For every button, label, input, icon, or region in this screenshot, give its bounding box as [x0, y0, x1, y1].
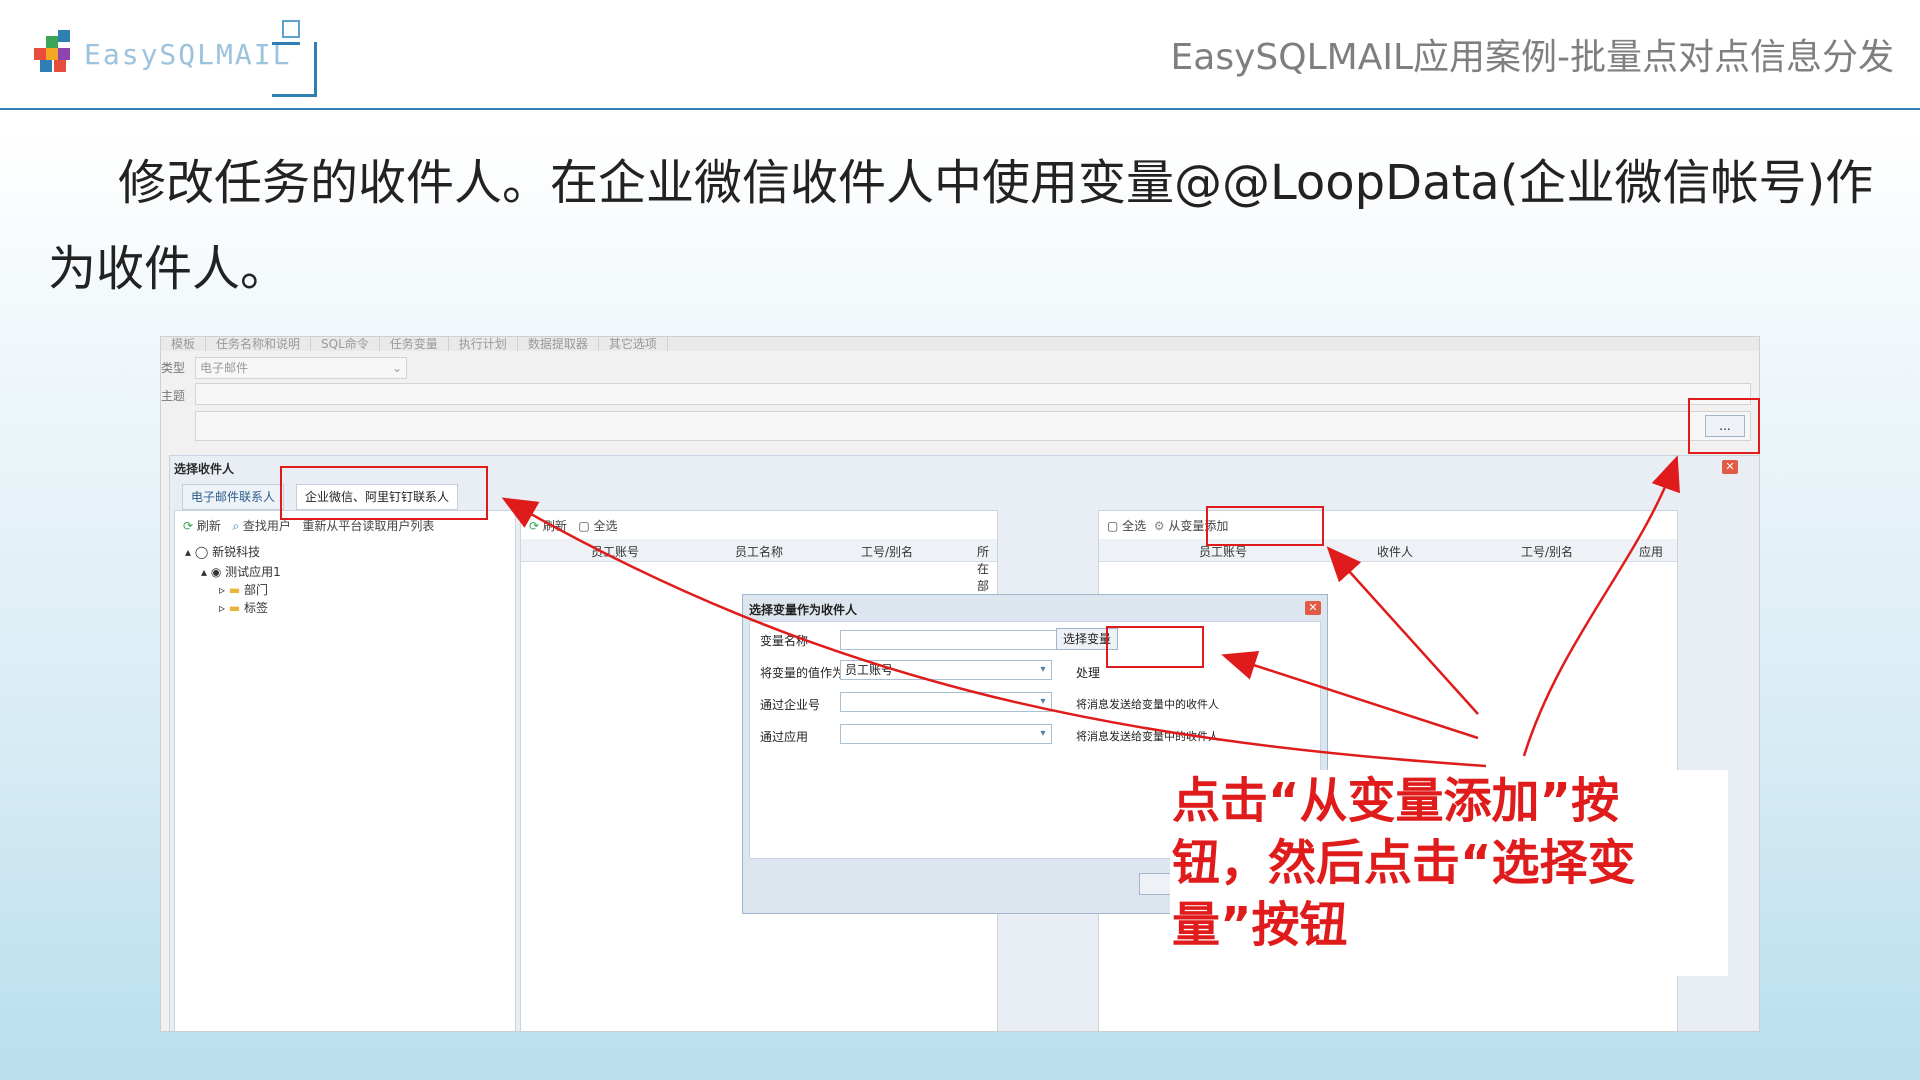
- tree-item-tag[interactable]: ▹ ▬ 标签: [219, 599, 268, 616]
- middle-toolbar: ⟳ 刷新 ▢ 全选: [529, 517, 618, 534]
- value-as-label: 将变量的值作为: [760, 666, 845, 680]
- type-value: 电子邮件: [200, 361, 249, 375]
- tree-item-label: 标签: [244, 601, 269, 615]
- middle-grid-header: 员工账号 员工名称 工号/别名 所在部门: [521, 539, 997, 610]
- refresh-button[interactable]: 刷新: [543, 519, 567, 533]
- search-icon: ⌕: [232, 519, 240, 533]
- type-select[interactable]: 电子邮件 ⌄: [195, 357, 407, 379]
- chevron-down-icon: ▾: [1040, 664, 1046, 675]
- gear-icon: ⚙: [1153, 519, 1165, 533]
- via-app-select[interactable]: ▾: [840, 724, 1052, 744]
- highlight-select-variable: [1106, 626, 1204, 668]
- header-divider: [0, 108, 1920, 110]
- annotation-text: 点击“从变量添加”按钮，然后点击“选择变量”按钮: [1172, 773, 1636, 953]
- highlight-ellipsis-button: [1688, 398, 1760, 454]
- instruction-text: 修改任务的收件人。在企业微信收件人中使用变量@@LoopData(企业微信帐号)…: [48, 155, 1874, 297]
- subject-input[interactable]: [195, 383, 1751, 405]
- highlight-wechat-tab: [280, 466, 488, 520]
- column-header[interactable]: 工号/别名: [1521, 543, 1573, 560]
- chevron-down-icon: ⌄: [391, 361, 402, 375]
- logo-decor: [272, 42, 317, 97]
- tree-app[interactable]: ▴ ◉ 测试应用1: [201, 563, 281, 580]
- tree-item-department[interactable]: ▹ ▬ 部门: [219, 581, 268, 598]
- close-icon[interactable]: ✕: [1722, 460, 1738, 474]
- column-header[interactable]: 应用: [1639, 543, 1663, 560]
- top-tab-bar: 模板 任务名称和说明 SQL命令 任务变量 执行计划 数据提取器 其它选项: [161, 337, 1759, 351]
- tab-other[interactable]: 其它选项: [599, 337, 668, 351]
- type-label: 类型: [161, 361, 186, 375]
- value-as-selected: 员工账号: [845, 663, 894, 677]
- folder-icon: ▬: [228, 601, 241, 615]
- select-all-button[interactable]: 全选: [1122, 519, 1146, 533]
- recipient-input[interactable]: [195, 411, 1751, 441]
- chevron-down-icon: ▾: [1040, 696, 1046, 707]
- annotation-callout: 点击“从变量添加”按钮，然后点击“选择变量”按钮: [1170, 770, 1728, 976]
- value-as-suffix: 处理: [1076, 666, 1101, 680]
- logo-decor: [282, 20, 300, 38]
- column-header[interactable]: 员工名称: [735, 543, 783, 560]
- tab-email-contacts[interactable]: 电子邮件联系人: [182, 484, 285, 510]
- refresh-icon: ⟳: [529, 519, 540, 533]
- column-header[interactable]: 收件人: [1377, 543, 1413, 560]
- tab-task-vars[interactable]: 任务变量: [380, 337, 449, 351]
- subject-label: 主题: [161, 389, 186, 403]
- dialog-title: 选择变量作为收件人: [749, 603, 858, 617]
- tab-sql[interactable]: SQL命令: [311, 337, 380, 351]
- chevron-down-icon: ▾: [1040, 728, 1046, 739]
- slide-title: EasySQLMAIL应用案例-批量点对点信息分发: [1170, 37, 1894, 78]
- value-as-select[interactable]: 员工账号 ▾: [840, 660, 1052, 680]
- select-all-icon: ▢: [578, 519, 590, 533]
- tree-item-label: 部门: [244, 583, 269, 597]
- close-icon[interactable]: ✕: [1305, 601, 1321, 615]
- logo: EasySQLMAIL: [34, 20, 334, 100]
- logo-cubes-icon: [34, 30, 70, 72]
- tab-task-name[interactable]: 任务名称和说明: [206, 337, 312, 351]
- refresh-icon: ⟳: [183, 519, 194, 533]
- dialog-title: 选择收件人: [174, 462, 235, 476]
- highlight-add-from-variable: [1206, 506, 1324, 546]
- tree-app-label: 测试应用1: [225, 565, 281, 579]
- column-header[interactable]: 工号/别名: [861, 543, 913, 560]
- org-tree-panel: ⟳ 刷新 ⌕ 查找用户 重新从平台读取用户列表 ▴ ◯ 新锐科技 ▴ ◉ 测试应…: [174, 510, 516, 1031]
- via-corp-hint: 将消息发送给变量中的收件人: [1076, 698, 1219, 711]
- via-app-hint: 将消息发送给变量中的收件人: [1076, 730, 1219, 743]
- folder-icon: ▬: [228, 583, 241, 597]
- tab-extractor[interactable]: 数据提取器: [518, 337, 599, 351]
- tree-root[interactable]: ▴ ◯ 新锐科技: [185, 543, 260, 560]
- logo-text: EasySQLMAIL: [84, 38, 292, 71]
- refresh-button[interactable]: 刷新: [197, 519, 221, 533]
- column-header[interactable]: 员工账号: [591, 543, 639, 560]
- via-app-label: 通过应用: [760, 730, 809, 744]
- find-user-button[interactable]: 查找用户: [243, 519, 291, 533]
- select-all-button[interactable]: 全选: [594, 519, 618, 533]
- select-all-icon: ▢: [1107, 519, 1119, 533]
- via-corp-select[interactable]: ▾: [840, 692, 1052, 712]
- right-grid-header: 员工账号 收件人 工号/别名 应用: [1099, 539, 1677, 562]
- tree-root-label: 新锐科技: [212, 545, 261, 559]
- reload-users-button[interactable]: 重新从平台读取用户列表: [302, 519, 434, 533]
- tab-schedule[interactable]: 执行计划: [449, 337, 518, 351]
- tab-template[interactable]: 模板: [161, 337, 207, 351]
- via-corp-label: 通过企业号: [760, 698, 821, 712]
- variable-name-label: 变量名称: [760, 634, 809, 648]
